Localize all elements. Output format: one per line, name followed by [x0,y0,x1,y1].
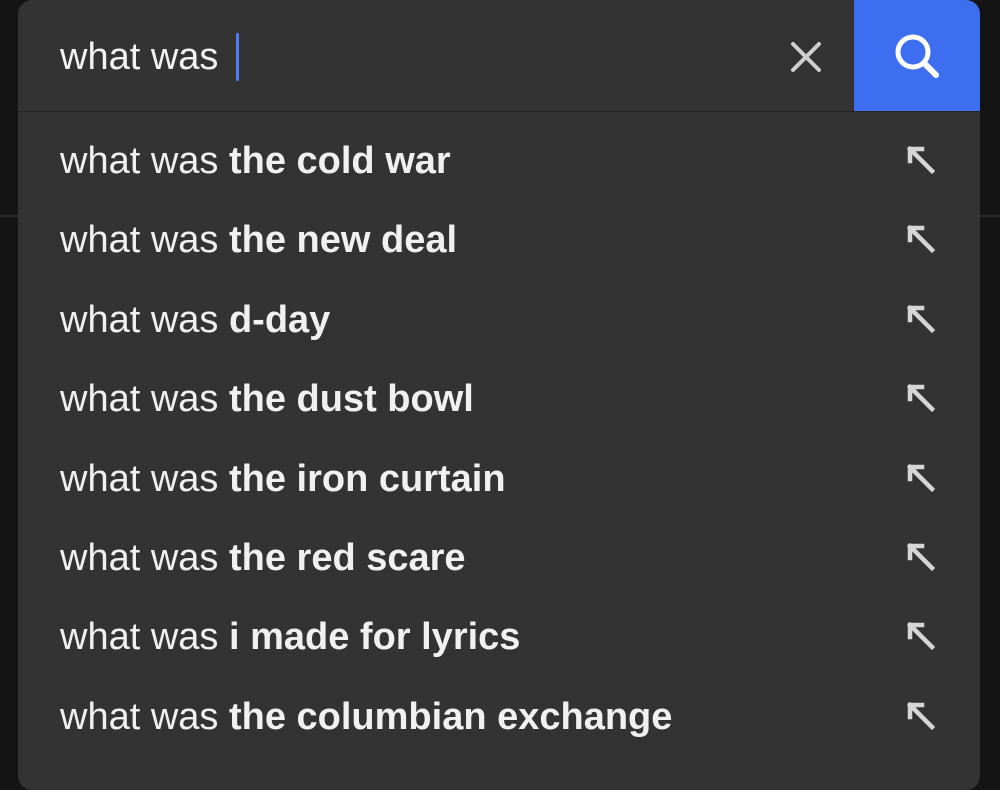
fill-query-button[interactable] [900,695,940,735]
suggestion-prefix: what was [60,695,229,738]
close-icon [791,42,821,72]
fill-query-button[interactable] [900,218,940,258]
suggestion-completion: the red scare [228,536,466,579]
arrow-up-left-icon [906,304,936,333]
arrow-up-left-icon [906,463,936,492]
arrow-up-left-icon [906,225,936,254]
suggestion-item[interactable]: what was the dust bowl [18,359,980,438]
fill-query-button[interactable] [900,615,940,655]
fill-query-button[interactable] [900,298,940,338]
suggestion-prefix: what was [60,140,229,182]
suggestion-completion: the iron curtain [228,457,506,500]
fill-query-button[interactable] [900,377,940,417]
suggestion-completion: the new deal [228,219,458,262]
suggestion-prefix: what was [60,298,229,341]
suggestion-text: what was the red scare [60,534,466,582]
search-bar: what was [18,0,980,112]
fill-query-button[interactable] [900,536,940,576]
suggestion-item[interactable]: what was the cold war [18,121,980,200]
search-icon [895,34,939,78]
suggestion-text: what was the columbian exchange [60,693,672,741]
fill-query-button[interactable] [900,457,940,497]
arrow-up-left-icon [906,145,936,175]
suggestion-list: what was the cold war what was the new d… [18,121,980,756]
suggestion-completion: the dust bowl [228,378,474,421]
suggestion-completion: d-day [228,298,331,341]
suggestion-item[interactable]: what was i made for lyrics [18,597,980,676]
suggestion-prefix: what was [60,536,229,579]
search-input[interactable]: what was [60,34,229,80]
suggestion-text: what was the iron curtain [60,455,506,503]
arrow-up-left-icon [906,383,936,413]
arrow-up-left-icon [906,542,936,572]
suggestion-completion: i made for lyrics [228,616,521,659]
suggestion-prefix: what was [60,219,229,262]
arrow-up-left-icon [906,701,936,730]
search-dropdown: what was what was the cold war what was [18,0,980,790]
suggestion-prefix: what was [60,378,229,421]
text-caret [236,33,239,81]
suggestion-item[interactable]: what was the columbian exchange [18,677,980,756]
fill-query-button[interactable] [900,139,940,179]
suggestion-completion: the cold war [228,140,451,182]
suggestion-prefix: what was [60,457,229,500]
suggestion-text: what was i made for lyrics [60,613,520,661]
suggestion-prefix: what was [60,616,229,659]
suggestion-item[interactable]: what was the red scare [18,518,980,597]
suggestion-text: what was the dust bowl [60,375,474,423]
suggestion-completion: the columbian exchange [228,695,673,738]
suggestion-item[interactable]: what was the iron curtain [18,439,980,518]
search-button[interactable] [854,0,980,111]
suggestion-item[interactable]: what was the new deal [18,200,980,279]
suggestion-text: what was the cold war [60,137,451,185]
suggestion-text: what was d-day [60,296,330,344]
clear-search-button[interactable] [784,33,828,81]
arrow-up-left-icon [906,622,936,651]
suggestion-text: what was the new deal [60,216,457,264]
suggestion-item[interactable]: what was d-day [18,280,980,359]
